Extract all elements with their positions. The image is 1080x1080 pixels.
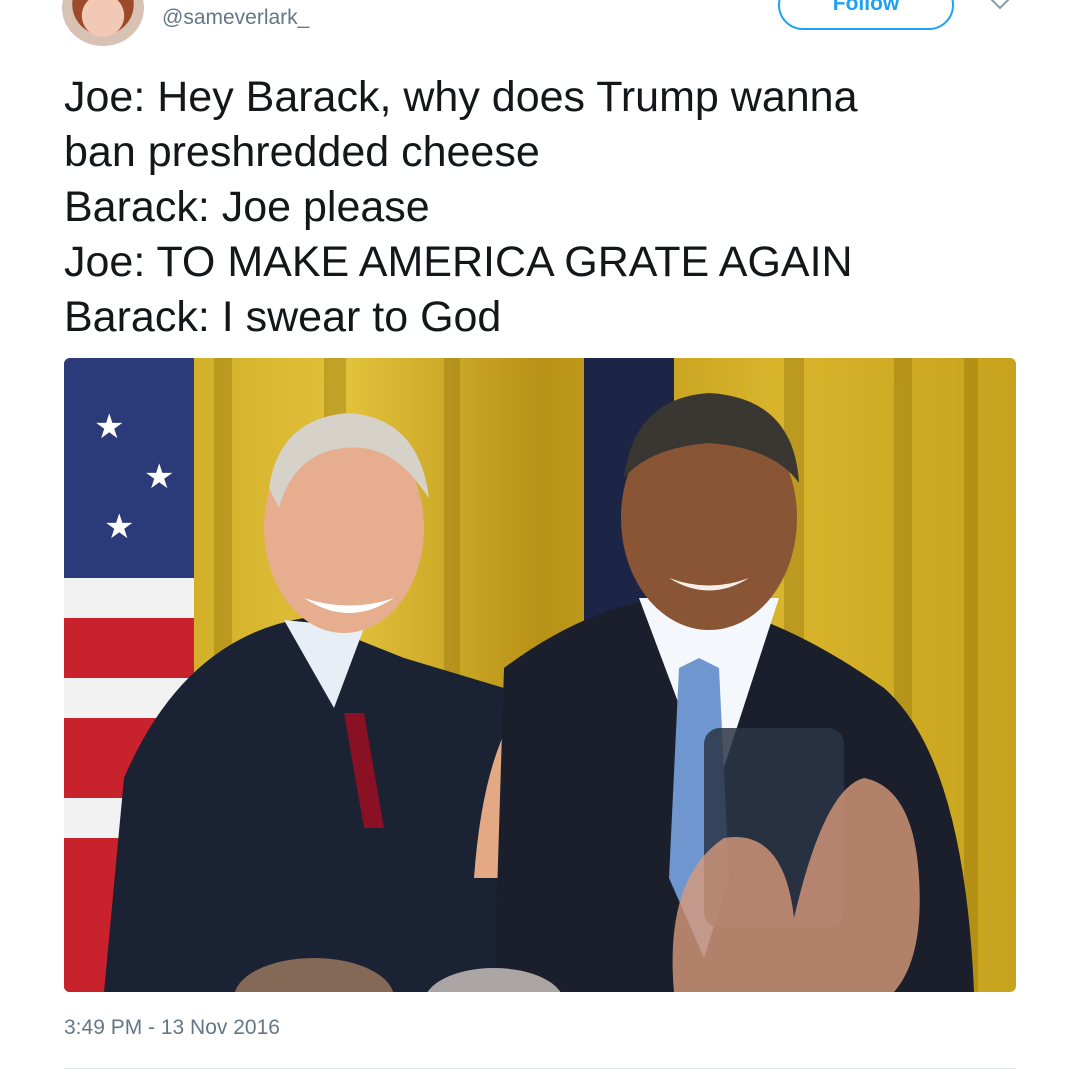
photo-illustration: ★ ★ ★ <box>64 358 978 992</box>
tweet-text: Joe: Hey Barack, why does Trump wanna ba… <box>64 70 1024 345</box>
tweet-line: Barack: I swear to God <box>64 293 502 341</box>
svg-text:★: ★ <box>104 507 134 547</box>
svg-text:★: ★ <box>144 457 174 497</box>
tweet-line: Joe: TO MAKE AMERICA GRATE AGAIN <box>64 238 853 286</box>
divider <box>64 1068 1016 1069</box>
user-handle[interactable]: @sameverlark_ <box>162 6 309 30</box>
tweet-line: Barack: Joe please <box>64 183 430 231</box>
follow-button[interactable]: Follow <box>778 0 954 30</box>
tweet-photo[interactable]: ★ ★ ★ <box>64 358 1016 992</box>
tweet-line: ban preshredded cheese <box>64 128 540 176</box>
chevron-down-icon[interactable] <box>988 0 1012 12</box>
tweet-timestamp[interactable]: 3:49 PM - 13 Nov 2016 <box>64 1016 280 1040</box>
avatar[interactable] <box>62 0 144 46</box>
svg-text:★: ★ <box>94 407 124 447</box>
tweet-line: Joe: Hey Barack, why does Trump wanna <box>64 73 858 121</box>
